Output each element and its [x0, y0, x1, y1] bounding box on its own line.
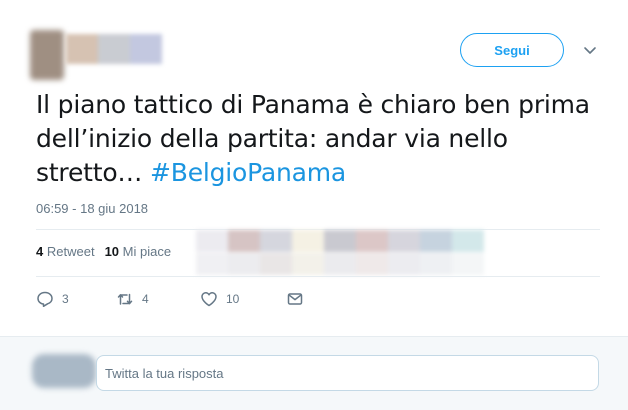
like-count: 10: [226, 292, 240, 306]
tweet-stats: 4 Retweet 10 Mi piace: [36, 244, 171, 259]
tweet-timestamp[interactable]: 06:59 - 18 giu 2018: [36, 201, 148, 216]
envelope-icon: [287, 293, 303, 305]
hashtag-link[interactable]: #BelgioPanama: [150, 158, 346, 187]
reply-count: 3: [62, 292, 69, 306]
divider: [36, 276, 600, 277]
author-avatar[interactable]: [30, 30, 64, 80]
heart-icon: [201, 292, 217, 307]
likes-stat[interactable]: 10 Mi piace: [105, 244, 172, 259]
message-action[interactable]: [286, 290, 304, 308]
likes-label: Mi piace: [122, 244, 172, 259]
retweets-stat[interactable]: 4 Retweet: [36, 244, 95, 259]
retweet-action[interactable]: 4: [116, 290, 200, 308]
author-name-blurred[interactable]: [66, 30, 162, 80]
like-action[interactable]: 10: [200, 290, 286, 308]
tweet-card: Segui Il piano tattico di Panama è chiar…: [0, 0, 628, 336]
follow-button[interactable]: Segui: [460, 33, 564, 67]
retweets-count: 4: [36, 244, 44, 259]
chevron-down-icon[interactable]: [582, 42, 598, 58]
retweet-count: 4: [142, 292, 149, 306]
tweet-actions: 3 4 10: [36, 290, 304, 308]
reply-action[interactable]: 3: [36, 290, 116, 308]
tweet-text: Il piano tattico di Panama è chiaro ben …: [36, 88, 608, 190]
retweet-icon: [117, 293, 133, 305]
author-info-blurred[interactable]: [30, 30, 162, 80]
likers-avatars-blurred[interactable]: [196, 230, 486, 276]
reply-input[interactable]: Twitta la tua risposta: [96, 355, 599, 391]
reply-placeholder: Twitta la tua risposta: [105, 365, 224, 381]
reply-icon: [37, 291, 53, 308]
retweets-label: Retweet: [46, 244, 95, 259]
user-avatar: [32, 354, 96, 388]
likes-count: 10: [104, 244, 120, 259]
